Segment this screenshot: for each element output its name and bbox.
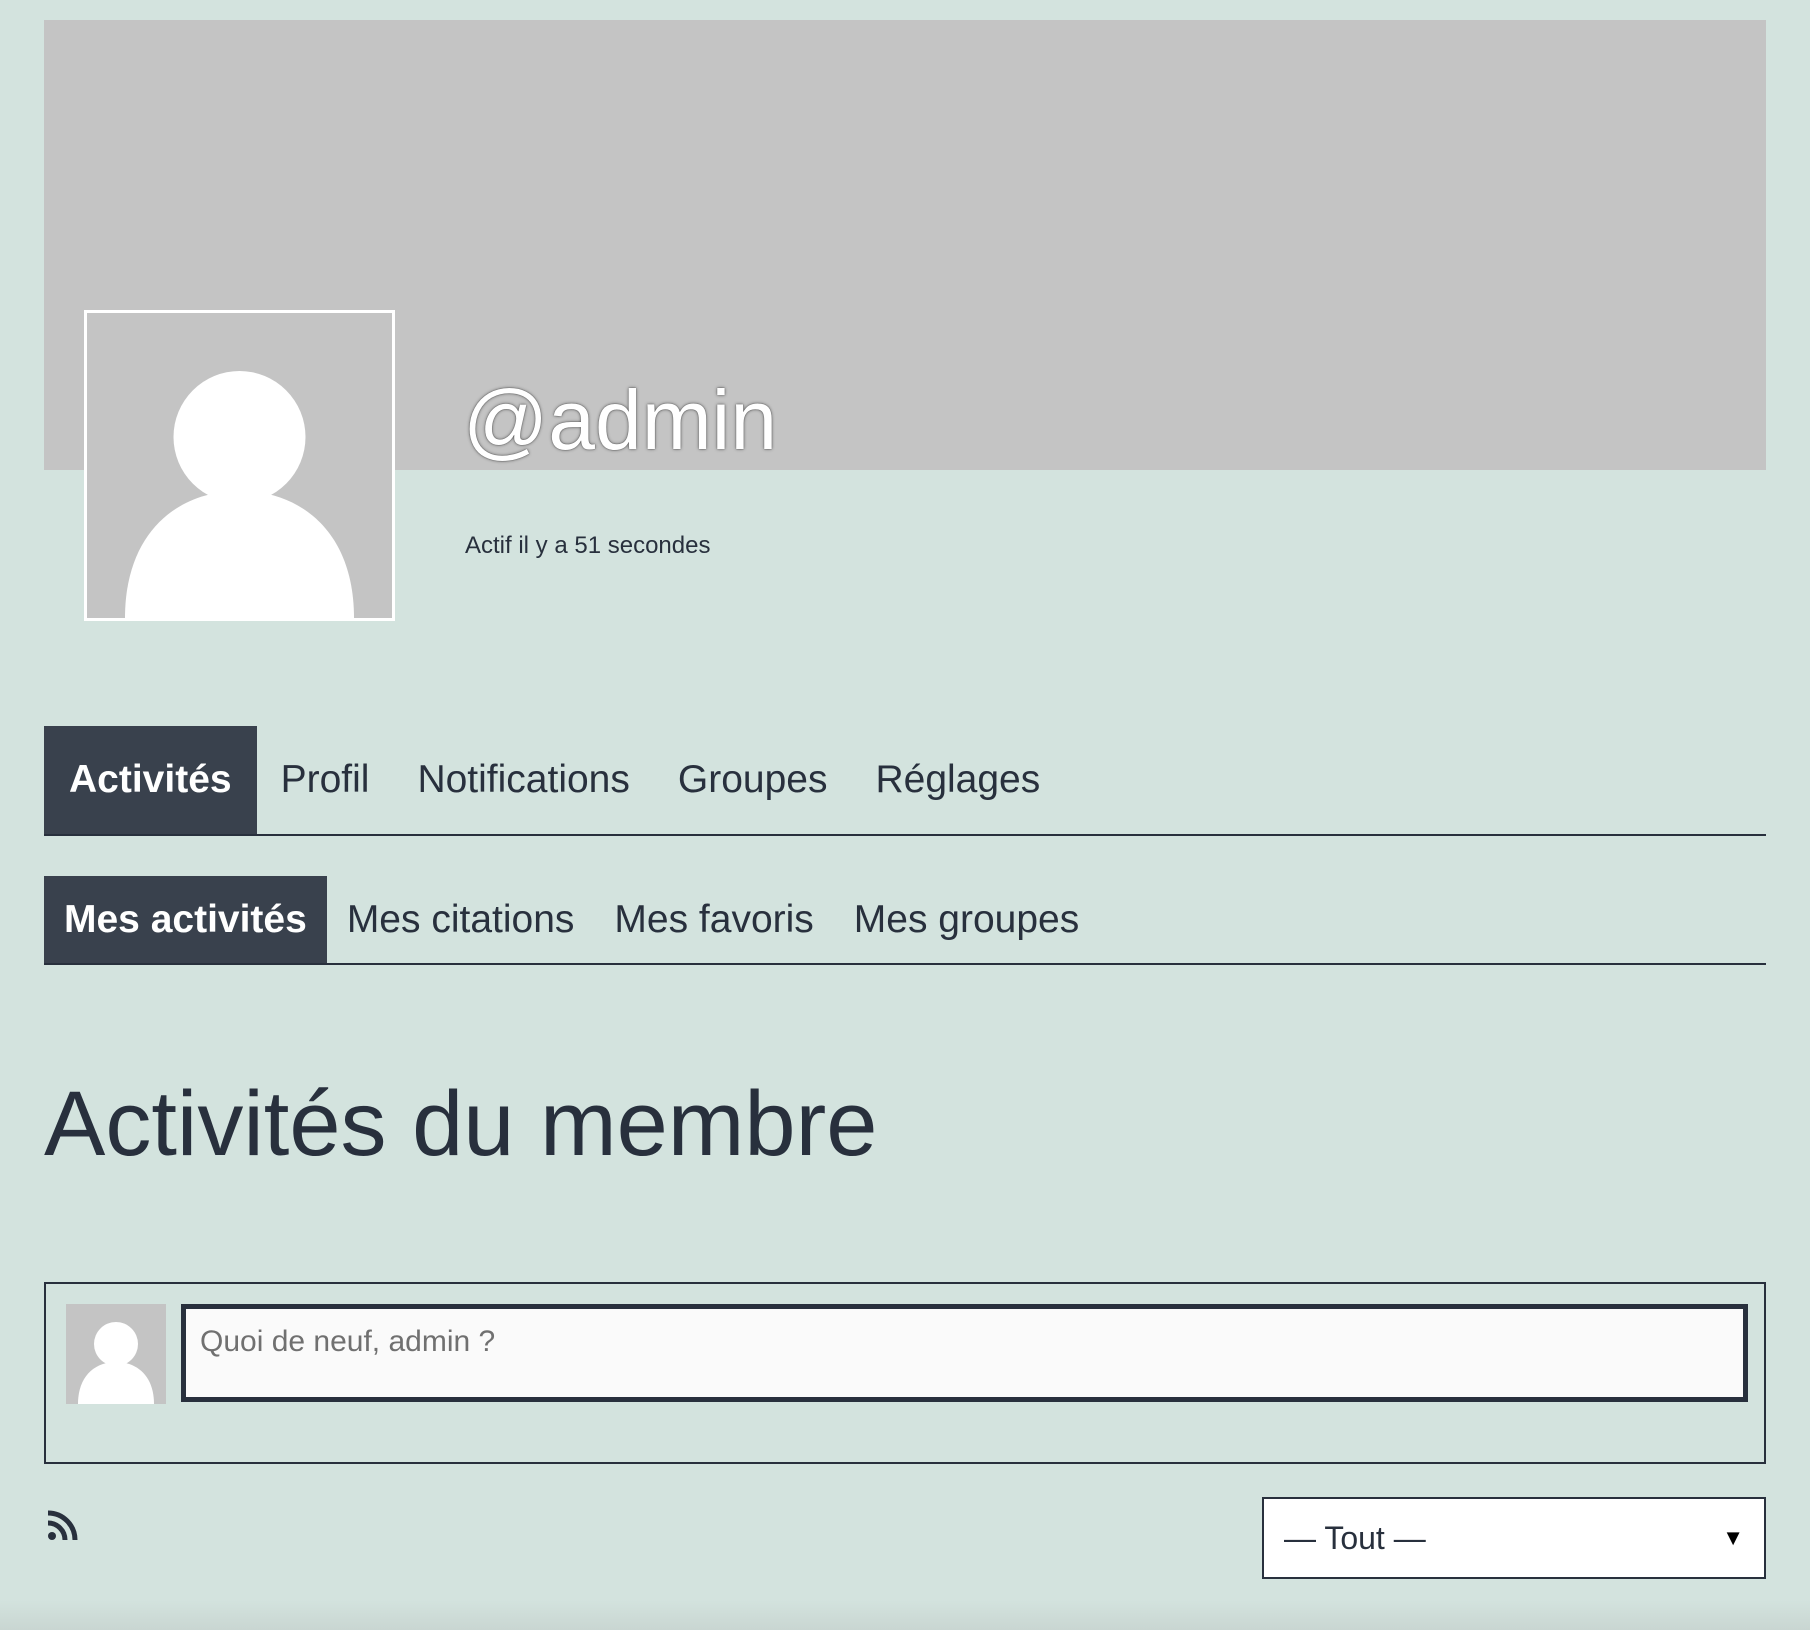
rss-icon[interactable]	[46, 1510, 78, 1542]
user-avatar-small	[66, 1304, 166, 1404]
last-active-status: Actif il y a 51 secondes	[465, 532, 711, 559]
whats-new-input[interactable]	[181, 1304, 1748, 1402]
caret-down-icon: ▼	[1722, 1525, 1744, 1550]
sub-nav: Mes activités Mes citations Mes favoris …	[44, 876, 1766, 965]
filter-selected-value: — Tout —	[1284, 1519, 1426, 1556]
tab-reglages[interactable]: Réglages	[851, 726, 1064, 834]
tab-profil[interactable]: Profil	[257, 726, 394, 834]
tab-notifications[interactable]: Notifications	[393, 726, 653, 834]
subtab-mes-favoris[interactable]: Mes favoris	[594, 876, 833, 963]
tab-activites[interactable]: Activités	[44, 726, 257, 834]
page-title: Activités du membre	[44, 1073, 878, 1175]
profile-username: @admin	[463, 373, 778, 467]
default-avatar-icon	[66, 1304, 166, 1404]
subtab-mes-citations[interactable]: Mes citations	[327, 876, 595, 963]
subtab-mes-activites[interactable]: Mes activités	[44, 876, 327, 963]
default-avatar-icon	[87, 313, 392, 618]
post-update-form	[44, 1282, 1766, 1464]
main-nav: Activités Profil Notifications Groupes R…	[44, 726, 1766, 836]
profile-avatar[interactable]	[84, 310, 395, 621]
subtab-mes-groupes[interactable]: Mes groupes	[834, 876, 1099, 963]
activity-filter-select[interactable]: — Tout — ▼	[1262, 1497, 1766, 1579]
page-bottom-edge	[0, 1600, 1810, 1630]
tab-groupes[interactable]: Groupes	[654, 726, 852, 834]
